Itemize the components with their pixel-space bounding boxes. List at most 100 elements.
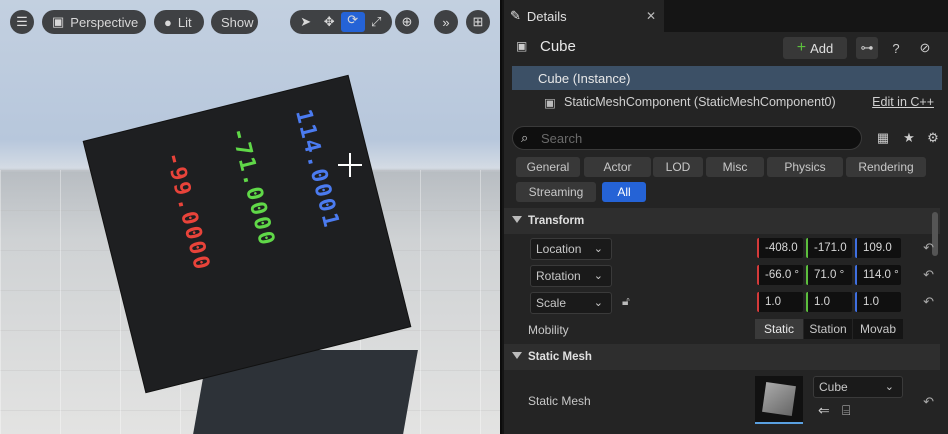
location-y-field[interactable]: -171.0 bbox=[806, 238, 852, 258]
tree-item-instance[interactable]: Cube (Instance) bbox=[512, 66, 942, 90]
layout-button[interactable]: ⊞ bbox=[466, 10, 490, 34]
section-transform-label: Transform bbox=[528, 215, 585, 227]
lock-icon[interactable]: 🔓︎ bbox=[622, 294, 630, 309]
world-local-button[interactable]: ⊕ bbox=[395, 10, 419, 34]
collapse-triangle-icon bbox=[512, 352, 522, 359]
category-physics[interactable]: Physics bbox=[767, 157, 843, 177]
browse-folder-icon[interactable]: ⌸ bbox=[842, 402, 850, 419]
static-mesh-value: Cube bbox=[819, 380, 848, 394]
perspective-label: Perspective bbox=[70, 14, 139, 30]
reset-icon[interactable]: ↶ bbox=[923, 394, 934, 410]
scale-y-field[interactable]: 1.0 bbox=[806, 292, 852, 312]
rotation-z-field[interactable]: 114.0 ° bbox=[855, 265, 901, 285]
category-all[interactable]: All bbox=[602, 182, 646, 202]
close-icon[interactable]: ✕ bbox=[646, 9, 656, 23]
reset-icon[interactable]: ↶ bbox=[923, 294, 934, 310]
category-streaming[interactable]: Streaming bbox=[516, 182, 596, 202]
more-options-button[interactable]: » bbox=[434, 10, 458, 34]
details-icon: ✎ bbox=[510, 8, 521, 23]
perspective-button[interactable]: ▣ Perspective bbox=[42, 10, 146, 34]
reset-icon[interactable]: ↶ bbox=[923, 240, 934, 256]
mobility-row: Mobility Static Station Movab bbox=[504, 317, 940, 343]
category-actor[interactable]: Actor bbox=[584, 157, 651, 177]
scale-z-field[interactable]: 1.0 bbox=[855, 292, 901, 312]
mobility-static[interactable]: Static bbox=[755, 319, 803, 339]
tab-details-label: Details bbox=[526, 8, 567, 24]
scale-icon[interactable]: ⤢ bbox=[365, 14, 389, 30]
details-panel: ✎ Details ✕ ▣ Cube + Add ⊶ ? ⊘ Cube (Ins… bbox=[504, 0, 948, 434]
cube-thumbnail-icon bbox=[762, 382, 796, 416]
search-placeholder: Search bbox=[541, 130, 583, 146]
actor-title: Cube bbox=[540, 38, 576, 55]
table-view-button[interactable]: ▦ bbox=[872, 127, 894, 149]
move-icon[interactable]: ✥ bbox=[318, 14, 342, 30]
category-general[interactable]: General bbox=[516, 157, 580, 177]
show-button[interactable]: Show bbox=[211, 10, 258, 34]
hierarchy-icon: ⊶ bbox=[860, 40, 874, 55]
add-label: Add bbox=[810, 40, 834, 56]
mesh-thumbnail[interactable] bbox=[755, 376, 803, 424]
collapse-triangle-icon bbox=[512, 216, 522, 223]
gear-icon: ⚙ bbox=[927, 130, 939, 145]
chevron-down-icon: ⌄ bbox=[593, 297, 603, 309]
use-selected-icon[interactable]: ⇐ bbox=[818, 402, 830, 419]
lit-label: Lit bbox=[177, 14, 192, 30]
static-mesh-row: Static Mesh Cube ⌄ ⇐ ⌸ ↶ bbox=[504, 372, 940, 430]
location-z-field[interactable]: 109.0 bbox=[855, 238, 901, 258]
lock-icon: ⊘ bbox=[919, 40, 931, 55]
static-mesh-label: Static Mesh bbox=[528, 394, 591, 408]
favorites-button[interactable]: ★ bbox=[898, 127, 920, 149]
add-button[interactable]: + Add bbox=[783, 37, 847, 59]
help-button[interactable]: ? bbox=[885, 37, 907, 59]
category-rendering[interactable]: Rendering bbox=[846, 157, 926, 177]
tree-component-label: StaticMeshComponent (StaticMeshComponent… bbox=[564, 95, 836, 109]
settings-button[interactable]: ⚙ bbox=[922, 127, 944, 149]
show-label: Show bbox=[221, 14, 254, 30]
globe-icon: ⊕ bbox=[401, 14, 413, 29]
rotation-row: Rotation ⌄ -66.0 ° 71.0 ° 114.0 ° ↶ bbox=[504, 263, 940, 289]
scale-dropdown[interactable]: Scale ⌄ bbox=[530, 292, 612, 314]
category-misc[interactable]: Misc bbox=[706, 157, 764, 177]
section-transform[interactable]: Transform bbox=[504, 208, 940, 234]
search-input[interactable]: ⌕ Search bbox=[512, 126, 862, 150]
rotation-x-field[interactable]: -66.0 ° bbox=[757, 265, 803, 285]
location-dropdown[interactable]: Location ⌄ bbox=[530, 238, 612, 260]
scale-label: Scale bbox=[536, 296, 567, 310]
rotation-dropdown[interactable]: Rotation ⌄ bbox=[530, 265, 612, 287]
edit-in-cpp-link[interactable]: Edit in C++ bbox=[872, 95, 934, 109]
actor-header: ▣ Cube + Add ⊶ ? ⊘ bbox=[504, 32, 948, 62]
search-icon: ⌕ bbox=[521, 130, 529, 145]
mobility-stationary[interactable]: Station bbox=[804, 319, 852, 339]
cube-icon: ▣ bbox=[52, 14, 65, 29]
tab-details[interactable]: ✎ Details ✕ bbox=[504, 0, 664, 32]
select-arrow-icon[interactable]: ➤ bbox=[294, 14, 318, 30]
reset-icon[interactable]: ↶ bbox=[923, 267, 934, 283]
table-icon: ▦ bbox=[876, 130, 890, 145]
lit-button[interactable]: ● Lit bbox=[154, 10, 204, 34]
cube-text-green: -71.0000 bbox=[225, 125, 280, 250]
scale-x-field[interactable]: 1.0 bbox=[757, 292, 803, 312]
section-static-mesh[interactable]: Static Mesh bbox=[504, 344, 940, 370]
rotation-label: Rotation bbox=[536, 269, 581, 283]
tab-bar: ✎ Details ✕ bbox=[504, 0, 948, 32]
scale-row: Scale ⌄ 🔓︎ 1.0 1.0 1.0 ↶ bbox=[504, 290, 940, 316]
double-chevron-icon: » bbox=[442, 14, 450, 30]
crosshair-vertical bbox=[349, 153, 351, 177]
location-x-field[interactable]: -408.0 bbox=[757, 238, 803, 258]
rotation-y-field[interactable]: 71.0 ° bbox=[806, 265, 852, 285]
tree-item-component[interactable]: ▣ StaticMeshComponent (StaticMeshCompone… bbox=[512, 90, 942, 114]
category-lod[interactable]: LOD bbox=[653, 157, 703, 177]
chevron-down-icon: ⌄ bbox=[884, 381, 894, 393]
rotate-icon[interactable]: ⟳ bbox=[341, 12, 365, 32]
plus-icon: + bbox=[796, 39, 807, 56]
mesh-component-icon: ▣ bbox=[544, 95, 556, 110]
mobility-movable[interactable]: Movab bbox=[853, 319, 903, 339]
static-mesh-dropdown[interactable]: Cube ⌄ bbox=[813, 376, 903, 398]
cube-icon: ▣ bbox=[516, 39, 528, 53]
lock-button[interactable]: ⊘ bbox=[914, 37, 936, 59]
transform-tools: ➤ ✥ ⟳ ⤢ bbox=[290, 10, 392, 34]
menu-button[interactable]: ☰ bbox=[10, 10, 34, 34]
blueprint-button[interactable]: ⊶ bbox=[856, 37, 878, 59]
viewport[interactable]: -99.0000 -71.0000 114.0001 ☰ ▣ Perspecti… bbox=[0, 0, 502, 434]
cube-text-blue: 114.0001 bbox=[290, 106, 344, 232]
